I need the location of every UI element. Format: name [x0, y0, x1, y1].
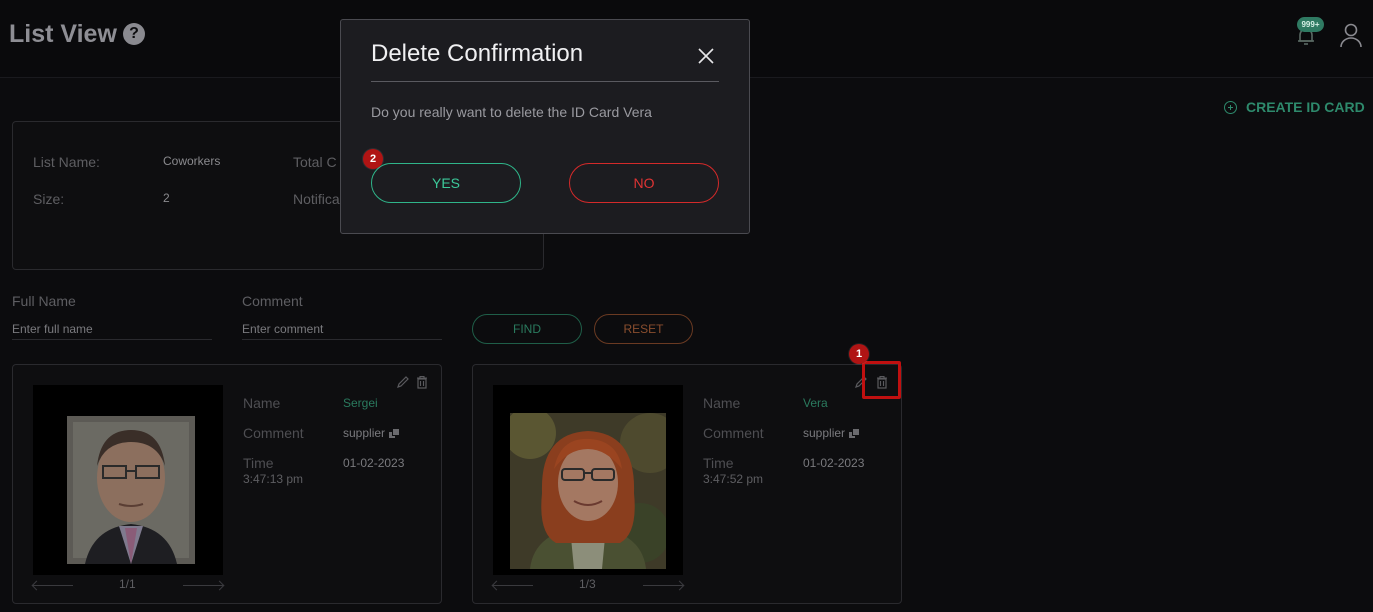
id-card-sergei: 1/1 Name Sergei Comment supplier Time 01… — [12, 364, 442, 604]
page-title: List View — [9, 20, 117, 48]
copy-icon[interactable] — [389, 429, 400, 438]
prev-photo-arrow[interactable] — [493, 585, 533, 586]
time-value: 3:47:13 pm — [243, 472, 304, 486]
list-name-value: Coworkers — [163, 154, 221, 168]
total-label: Total C — [293, 154, 337, 170]
portrait-photo — [67, 416, 195, 564]
prev-photo-arrow[interactable] — [33, 585, 73, 586]
delete-confirmation-modal: Delete Confirmation Do you really want t… — [340, 19, 750, 234]
create-id-card-label: CREATE ID CARD — [1246, 99, 1365, 115]
trash-icon[interactable] — [415, 375, 429, 389]
user-icon[interactable] — [1339, 22, 1363, 48]
yes-button[interactable]: YES — [371, 163, 521, 203]
comment-label: Comment — [242, 293, 303, 309]
copy-icon[interactable] — [849, 429, 860, 438]
reset-button[interactable]: RESET — [594, 314, 693, 344]
id-card-vera: 1/3 Name Vera Comment supplier Time 01-0… — [472, 364, 902, 604]
date-value: 01-02-2023 — [343, 456, 405, 470]
notification-badge: 999+ — [1297, 17, 1324, 32]
comment-input[interactable] — [242, 318, 442, 340]
close-icon[interactable] — [696, 46, 716, 66]
time-value: 3:47:52 pm — [703, 472, 764, 486]
portrait-photo — [510, 413, 666, 569]
size-value: 2 — [163, 191, 170, 205]
comment-text: supplier — [343, 426, 386, 440]
name-label: Name — [703, 395, 741, 411]
size-label: Size: — [33, 191, 65, 207]
comment-label: Comment — [703, 425, 764, 441]
help-icon[interactable]: ? — [123, 23, 145, 45]
modal-message: Do you really want to delete the ID Card… — [371, 104, 652, 120]
modal-divider — [371, 81, 719, 82]
find-button[interactable]: FIND — [472, 314, 582, 344]
next-photo-arrow[interactable] — [183, 585, 223, 586]
next-photo-arrow[interactable] — [643, 585, 683, 586]
notification-label: Notifica — [293, 191, 340, 207]
comment-text: supplier — [803, 426, 846, 440]
photo-pager: 1/3 — [579, 577, 596, 591]
name-value: Vera — [803, 396, 828, 410]
photo-frame — [493, 385, 683, 575]
step-badge-2: 2 — [363, 149, 383, 169]
photo-pager: 1/1 — [119, 577, 136, 591]
delete-highlight-box — [862, 361, 901, 399]
edit-icon[interactable] — [396, 375, 410, 389]
name-label: Name — [243, 395, 281, 411]
list-name-label: List Name: — [33, 154, 100, 170]
name-value: Sergei — [343, 396, 378, 410]
create-id-card-button[interactable]: CREATE ID CARD — [1224, 98, 1365, 116]
comment-value: supplier — [343, 426, 400, 440]
modal-title: Delete Confirmation — [371, 40, 584, 67]
full-name-input[interactable] — [12, 318, 212, 340]
plus-circle-icon — [1224, 100, 1237, 114]
comment-value: supplier — [803, 426, 860, 440]
comment-label: Comment — [243, 425, 304, 441]
no-button[interactable]: NO — [569, 163, 719, 203]
full-name-label: Full Name — [12, 293, 76, 309]
step-badge-1: 1 — [849, 344, 869, 364]
photo-frame — [33, 385, 223, 575]
time-label: Time — [703, 455, 734, 471]
time-label: Time — [243, 455, 274, 471]
date-value: 01-02-2023 — [803, 456, 865, 470]
